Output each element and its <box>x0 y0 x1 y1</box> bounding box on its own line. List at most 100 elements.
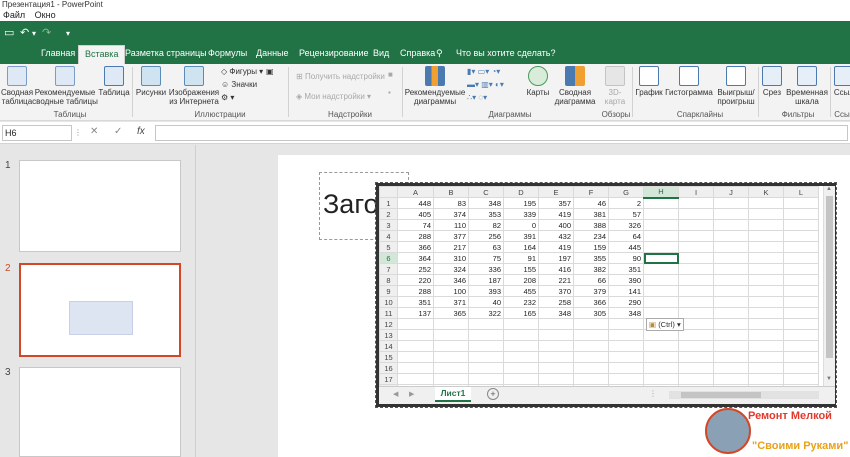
cell[interactable]: 377 <box>433 230 469 242</box>
cell[interactable]: 83 <box>433 197 469 209</box>
cell[interactable] <box>643 263 679 275</box>
cell[interactable] <box>468 340 504 352</box>
cell[interactable] <box>783 197 819 209</box>
row-header[interactable]: 6 <box>379 252 398 264</box>
cell[interactable] <box>783 274 819 286</box>
cell[interactable]: 74 <box>397 219 434 231</box>
sparkline-column-button[interactable]: Гистограмма <box>664 66 714 97</box>
save-icon[interactable]: ▭ <box>4 26 14 39</box>
tab-page-layout[interactable]: Разметка страницы <box>119 45 213 64</box>
cell[interactable]: 432 <box>538 230 574 242</box>
add-sheet-button[interactable]: + <box>487 388 499 400</box>
active-cell[interactable] <box>643 252 679 264</box>
cell[interactable]: 232 <box>503 296 539 308</box>
cell[interactable] <box>573 362 609 374</box>
cell[interactable] <box>713 373 749 385</box>
cell[interactable] <box>748 362 784 374</box>
cell[interactable]: 445 <box>608 241 644 253</box>
cell[interactable] <box>783 263 819 275</box>
cell[interactable] <box>643 241 679 253</box>
pictures-button[interactable]: Рисунки <box>134 66 168 97</box>
cell[interactable] <box>713 307 749 319</box>
cell[interactable]: 391 <box>503 230 539 242</box>
table-button[interactable]: Таблица <box>97 66 131 97</box>
row-header[interactable]: 1 <box>379 197 398 209</box>
select-all-corner[interactable] <box>379 186 398 198</box>
cell[interactable]: 448 <box>397 197 434 209</box>
formula-input[interactable] <box>155 125 848 141</box>
cell[interactable]: 419 <box>538 208 574 220</box>
cell[interactable] <box>783 285 819 297</box>
cell[interactable] <box>783 219 819 231</box>
cell[interactable]: 220 <box>397 274 434 286</box>
cell[interactable]: 379 <box>573 285 609 297</box>
cell[interactable]: 221 <box>538 274 574 286</box>
cell[interactable]: 258 <box>538 296 574 308</box>
3d-map-button[interactable]: 3D-карта <box>600 66 630 106</box>
cell[interactable] <box>713 329 749 341</box>
cell[interactable]: 348 <box>608 307 644 319</box>
bing-maps-icon[interactable]: ■ <box>388 70 393 80</box>
cell[interactable]: 388 <box>573 219 609 231</box>
cell[interactable]: 187 <box>468 274 504 286</box>
cell[interactable] <box>397 329 434 341</box>
row-header[interactable]: 14 <box>379 340 398 352</box>
cell[interactable]: 364 <box>397 252 434 264</box>
row-header[interactable]: 5 <box>379 241 398 253</box>
column-header[interactable]: I <box>678 186 714 198</box>
cell[interactable]: 326 <box>608 219 644 231</box>
cell[interactable]: 351 <box>397 296 434 308</box>
cell[interactable] <box>608 351 644 363</box>
row-header[interactable]: 9 <box>379 285 398 297</box>
cell[interactable] <box>748 329 784 341</box>
pivot-table-button[interactable]: Сводная таблица <box>0 66 34 106</box>
cell[interactable]: 390 <box>608 274 644 286</box>
cell[interactable]: 355 <box>573 252 609 264</box>
cell[interactable] <box>608 329 644 341</box>
cell[interactable] <box>433 362 469 374</box>
cell[interactable] <box>397 318 434 330</box>
cell[interactable] <box>783 362 819 374</box>
cell[interactable] <box>783 340 819 352</box>
cell[interactable]: 137 <box>397 307 434 319</box>
cell[interactable] <box>503 340 539 352</box>
cell[interactable] <box>468 373 504 385</box>
vertical-scrollbar[interactable]: ▲ ▼ <box>823 186 835 386</box>
cell[interactable]: 419 <box>538 241 574 253</box>
cell[interactable] <box>608 340 644 352</box>
customize-qat-icon[interactable]: ▾ <box>66 29 70 38</box>
scroll-up-icon[interactable]: ▲ <box>826 186 832 192</box>
cell[interactable] <box>713 197 749 209</box>
cell[interactable]: 164 <box>503 241 539 253</box>
column-header[interactable]: F <box>573 186 609 198</box>
cell[interactable]: 382 <box>573 263 609 275</box>
cell[interactable] <box>433 351 469 363</box>
tab-review[interactable]: Рецензирование <box>293 45 375 64</box>
undo-dropdown-icon[interactable]: ▾ <box>32 29 36 38</box>
cell[interactable] <box>713 252 749 264</box>
cell[interactable] <box>678 263 714 275</box>
cell[interactable] <box>783 373 819 385</box>
cell[interactable]: 66 <box>573 274 609 286</box>
cell[interactable]: 234 <box>573 230 609 242</box>
cell[interactable] <box>783 307 819 319</box>
prev-sheet-icon[interactable]: ◀ <box>393 390 398 398</box>
cell[interactable]: 348 <box>468 197 504 209</box>
cell[interactable] <box>713 263 749 275</box>
cell[interactable] <box>538 340 574 352</box>
cell[interactable] <box>748 197 784 209</box>
cell[interactable]: 141 <box>608 285 644 297</box>
cell[interactable]: 310 <box>433 252 469 264</box>
line-chart-icon[interactable]: ▬▾ ▥▾ ◐▾ <box>467 80 504 90</box>
cell[interactable] <box>643 307 679 319</box>
cell[interactable] <box>608 373 644 385</box>
cell[interactable] <box>643 296 679 308</box>
cell[interactable] <box>397 373 434 385</box>
cell[interactable]: 252 <box>397 263 434 275</box>
cell[interactable] <box>713 230 749 242</box>
cell[interactable] <box>748 252 784 264</box>
cell[interactable] <box>713 351 749 363</box>
tab-data[interactable]: Данные <box>250 45 295 64</box>
cell[interactable] <box>503 362 539 374</box>
cell[interactable]: 57 <box>608 208 644 220</box>
